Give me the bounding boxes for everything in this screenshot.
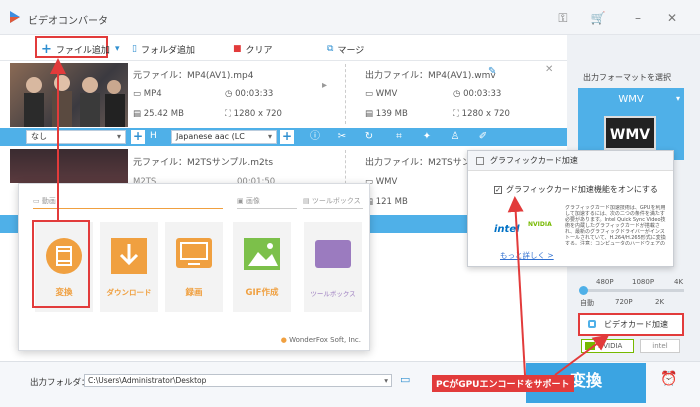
annotation-arrows (50, 58, 610, 376)
gpu-support-annotation: PCがGPUエンコードをサポート (432, 375, 574, 392)
